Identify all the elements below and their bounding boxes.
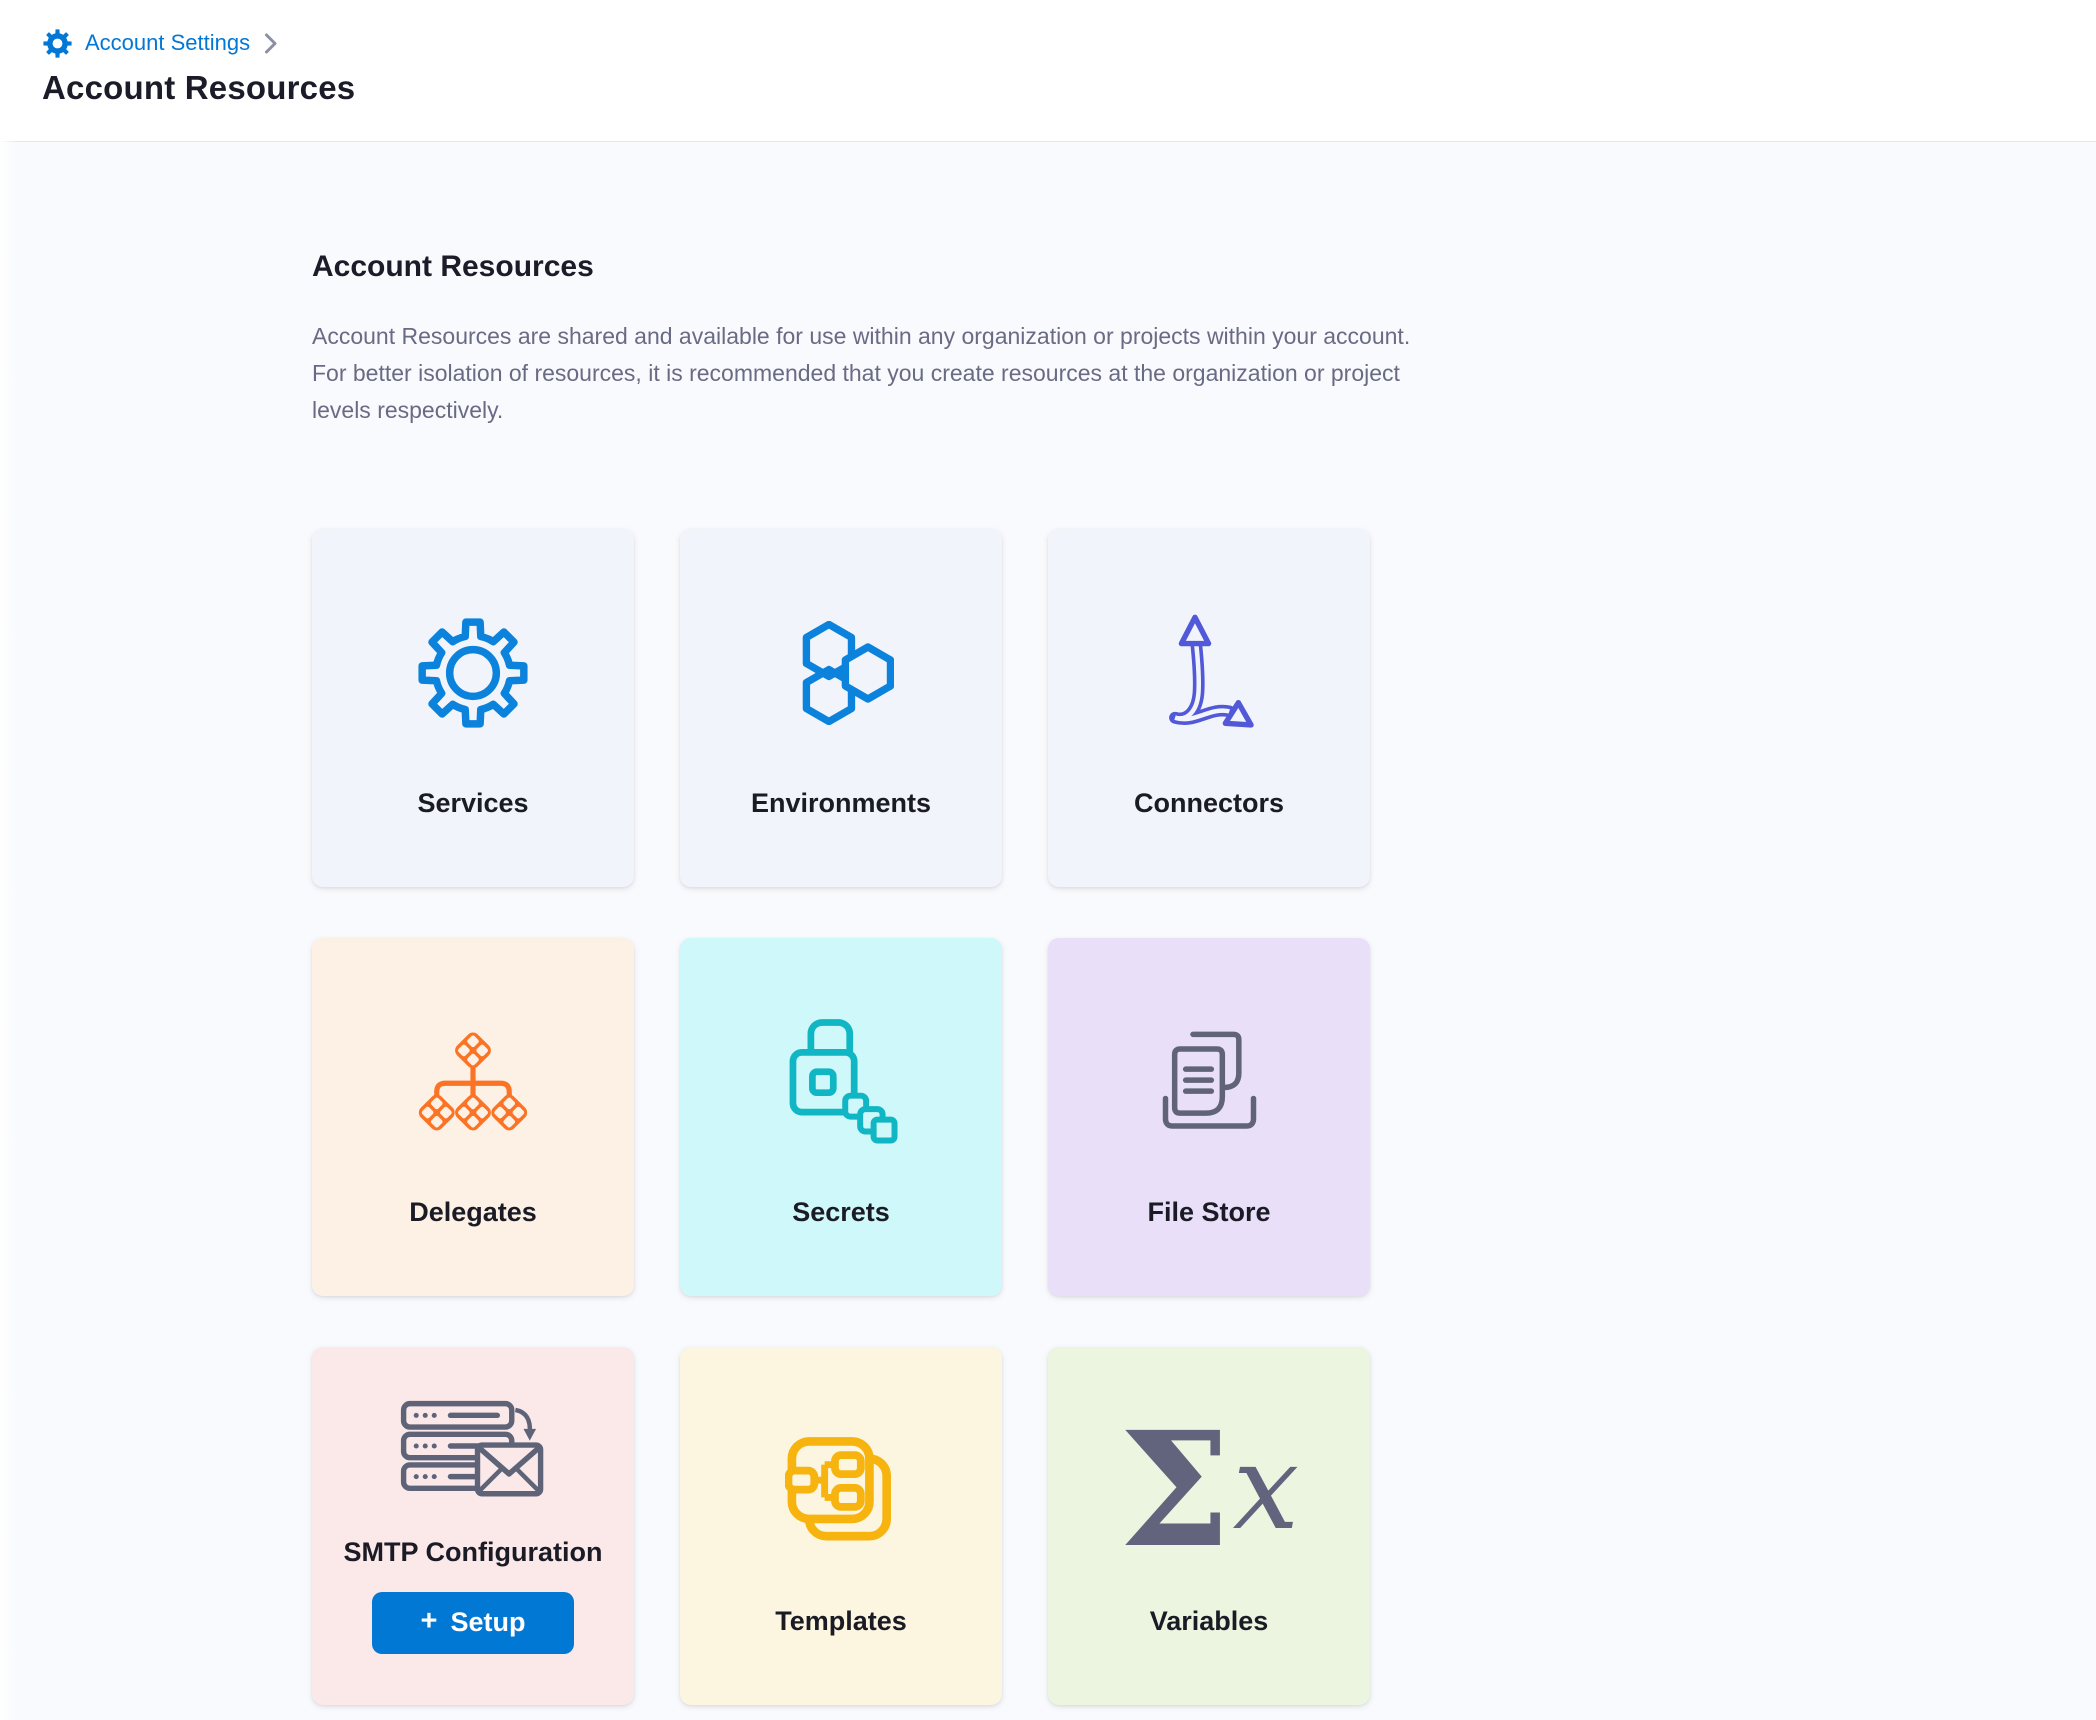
card-connectors[interactable]: Connectors bbox=[1048, 529, 1370, 887]
description-line: levels respectively. bbox=[312, 392, 2096, 429]
card-label: Delegates bbox=[409, 1197, 537, 1228]
resource-card-grid: Services Environments bbox=[312, 529, 2096, 1705]
breadcrumb-account-settings-link[interactable]: Account Settings bbox=[85, 30, 250, 56]
page-title: Account Resources bbox=[42, 69, 2096, 107]
setup-button[interactable]: + Setup bbox=[372, 1592, 574, 1654]
hierarchy-icon bbox=[416, 1007, 530, 1157]
card-smtp-configuration[interactable]: SMTP Configuration + Setup bbox=[312, 1347, 634, 1705]
description-line: Account Resources are shared and availab… bbox=[312, 318, 2096, 355]
plus-icon: + bbox=[421, 1607, 438, 1636]
documents-tray-icon bbox=[1158, 1007, 1261, 1157]
section-description: Account Resources are shared and availab… bbox=[312, 318, 2096, 429]
card-label: Variables bbox=[1150, 1606, 1269, 1637]
description-line: For better isolation of resources, it is… bbox=[312, 355, 2096, 392]
x-glyph: x bbox=[1233, 1428, 1300, 1546]
chevron-right-icon bbox=[264, 32, 278, 55]
mail-server-icon bbox=[400, 1399, 546, 1503]
padlock-chain-icon bbox=[784, 1007, 899, 1157]
card-label: Connectors bbox=[1134, 788, 1284, 819]
card-templates[interactable]: Templates bbox=[680, 1347, 1002, 1705]
card-file-store[interactable]: File Store bbox=[1048, 938, 1370, 1296]
sigma-glyph: Σ bbox=[1119, 1412, 1231, 1570]
card-label: SMTP Configuration bbox=[344, 1537, 603, 1568]
hexagons-icon bbox=[789, 598, 894, 748]
card-label: Environments bbox=[751, 788, 931, 819]
branch-arrows-icon bbox=[1157, 598, 1261, 748]
main-content: Account Resources Account Resources are … bbox=[0, 142, 2096, 1705]
gear-icon bbox=[417, 598, 529, 748]
card-secrets[interactable]: Secrets bbox=[680, 938, 1002, 1296]
card-label: File Store bbox=[1147, 1197, 1270, 1228]
card-label: Services bbox=[417, 788, 528, 819]
card-environments[interactable]: Environments bbox=[680, 529, 1002, 887]
breadcrumb: Account Settings bbox=[42, 26, 2096, 60]
sigma-x-icon: Σ x bbox=[1119, 1416, 1299, 1566]
card-label: Secrets bbox=[792, 1197, 890, 1228]
page-header: Account Settings Account Resources bbox=[0, 0, 2096, 142]
card-label: Templates bbox=[775, 1606, 907, 1637]
setup-button-label: Setup bbox=[450, 1607, 525, 1638]
template-stack-icon bbox=[785, 1416, 897, 1566]
card-delegates[interactable]: Delegates bbox=[312, 938, 634, 1296]
card-services[interactable]: Services bbox=[312, 529, 634, 887]
account-settings-gear-icon bbox=[42, 28, 73, 59]
section-heading: Account Resources bbox=[312, 250, 2096, 284]
card-variables[interactable]: Σ x Variables bbox=[1048, 1347, 1370, 1705]
